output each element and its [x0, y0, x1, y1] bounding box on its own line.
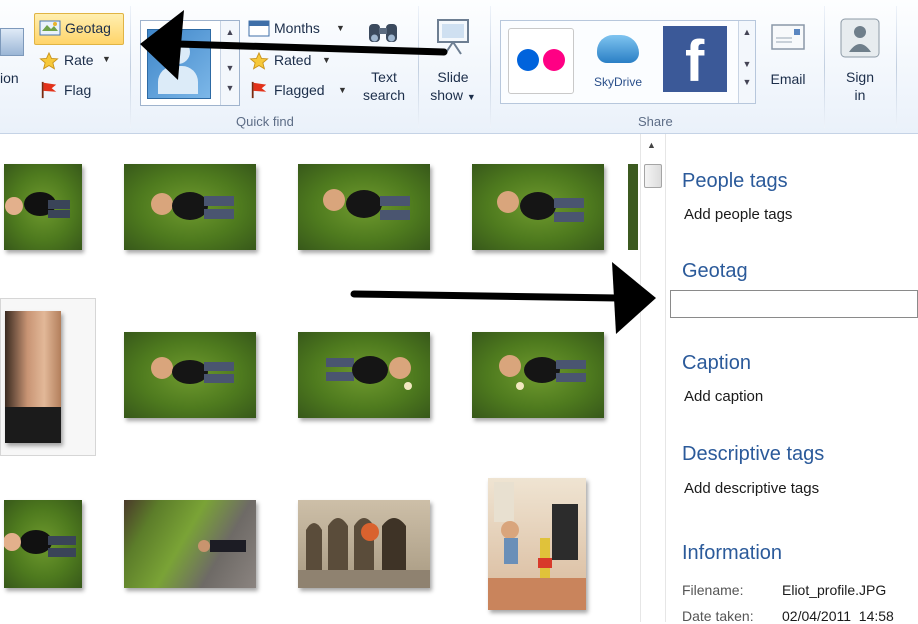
add-caption-link[interactable]: Add caption — [684, 388, 763, 405]
share-group-label: Share — [638, 114, 673, 129]
share-more-icon[interactable]: ▼ — [739, 77, 755, 87]
skydrive-button[interactable]: SkyDrive — [583, 29, 653, 95]
photo-thumbnail — [5, 311, 61, 443]
share-scroll-arrows[interactable]: ▲ ▼ ▼ — [738, 21, 755, 103]
geotag-icon — [39, 20, 61, 36]
photo-thumbnail[interactable] — [488, 478, 586, 610]
ribbon-group-separator — [130, 6, 131, 128]
details-pane: People tags Add people tags Geotag Capti… — [666, 134, 918, 624]
partial-button-label: ion — [0, 70, 19, 86]
add-descriptive-tags-link[interactable]: Add descriptive tags — [684, 480, 819, 497]
skydrive-label: SkyDrive — [593, 75, 642, 89]
quick-find-group-label: Quick find — [236, 114, 294, 129]
sign-in-label-line1: Sign — [845, 69, 875, 85]
flickr-blue-dot-icon — [517, 49, 539, 71]
photo-thumbnail[interactable] — [124, 500, 256, 588]
flag-icon — [41, 81, 57, 99]
email-label: Email — [770, 71, 806, 87]
photo-thumbnail[interactable] — [124, 332, 256, 418]
photo-content — [5, 407, 61, 443]
photo-thumbnail[interactable] — [124, 164, 256, 250]
email-icon — [771, 24, 805, 50]
annotation-arrow-to-geotag-button — [140, 10, 448, 80]
photo-thumbnail[interactable] — [298, 332, 430, 418]
sign-in-button[interactable]: Sign in — [834, 16, 886, 106]
add-people-tags-link[interactable]: Add people tags — [684, 206, 792, 223]
people-tags-heading: People tags — [682, 170, 788, 192]
geotag-heading: Geotag — [682, 260, 748, 282]
slideshow-label-line2-text: show — [430, 87, 463, 103]
partial-button-icon — [0, 28, 24, 56]
scrollbar-thumb[interactable] — [644, 164, 662, 188]
photo-thumbnail[interactable] — [4, 164, 82, 250]
annotation-arrow-to-geotag-field — [350, 262, 656, 334]
photo-thumbnail[interactable] — [298, 164, 430, 250]
messenger-user-icon — [840, 18, 880, 58]
skydrive-cloud-icon — [597, 35, 639, 63]
geotag-button[interactable]: Geotag — [34, 13, 124, 45]
rate-button[interactable]: Rate ▼ — [36, 50, 116, 72]
descriptive-tags-heading: Descriptive tags — [682, 443, 825, 465]
filename-value: Eliot_profile.JPG — [782, 582, 887, 598]
rate-button-label: Rate — [64, 52, 94, 68]
star-icon — [39, 52, 59, 70]
filename-key: Filename: — [682, 582, 744, 598]
flag-button-label: Flag — [64, 82, 92, 98]
share-down-icon[interactable]: ▼ — [739, 59, 755, 69]
flag-button[interactable]: Flag — [36, 80, 116, 102]
ribbon-group-separator — [896, 6, 897, 128]
scroll-up-icon[interactable]: ▲ — [647, 140, 656, 150]
photo-thumbnail[interactable] — [472, 164, 604, 250]
selected-photo-frame[interactable] — [0, 298, 96, 456]
flickr-pink-dot-icon — [543, 49, 565, 71]
photo-content — [198, 540, 246, 552]
sign-in-label-line2: in — [854, 87, 866, 103]
photo-content — [298, 518, 430, 588]
photo-content — [5, 192, 70, 218]
photo-content — [488, 482, 586, 610]
photo-content — [323, 189, 410, 220]
photo-thumbnail[interactable] — [4, 500, 82, 588]
photo-content — [151, 192, 234, 220]
ribbon-group-separator — [490, 6, 491, 128]
share-gallery: SkyDrive f ▲ ▼ ▼ — [500, 20, 756, 104]
email-button[interactable]: Email — [762, 18, 814, 106]
photo-thumbnail[interactable] — [472, 332, 604, 418]
flickr-button[interactable] — [508, 28, 574, 94]
facebook-button[interactable]: f — [663, 26, 727, 92]
gallery-scrollbar[interactable]: ▲ — [640, 134, 666, 622]
information-heading: Information — [682, 542, 783, 564]
ribbon-group-separator — [824, 6, 825, 128]
photo-content — [151, 357, 234, 384]
geotag-input[interactable] — [670, 290, 918, 318]
sign-in-label: Sign in — [834, 68, 886, 104]
photo-content — [326, 356, 412, 390]
photo-thumbnail-partial[interactable] — [628, 164, 638, 250]
rate-dropdown-icon: ▼ — [102, 54, 111, 64]
photo-gallery — [0, 134, 638, 622]
photo-content — [497, 191, 584, 222]
photo-content — [4, 530, 76, 557]
facebook-icon: f — [685, 29, 705, 94]
text-search-label-line2: search — [362, 87, 406, 103]
share-up-icon[interactable]: ▲ — [739, 27, 755, 37]
caption-heading: Caption — [682, 352, 751, 374]
partial-ribbon-button[interactable]: ion — [0, 20, 28, 102]
slideshow-label-line2: show ▼ — [424, 86, 482, 106]
photo-thumbnail[interactable] — [298, 500, 430, 588]
slideshow-dropdown-icon: ▼ — [466, 92, 476, 102]
photo-content — [499, 355, 586, 390]
geotag-button-label: Geotag — [65, 20, 111, 36]
